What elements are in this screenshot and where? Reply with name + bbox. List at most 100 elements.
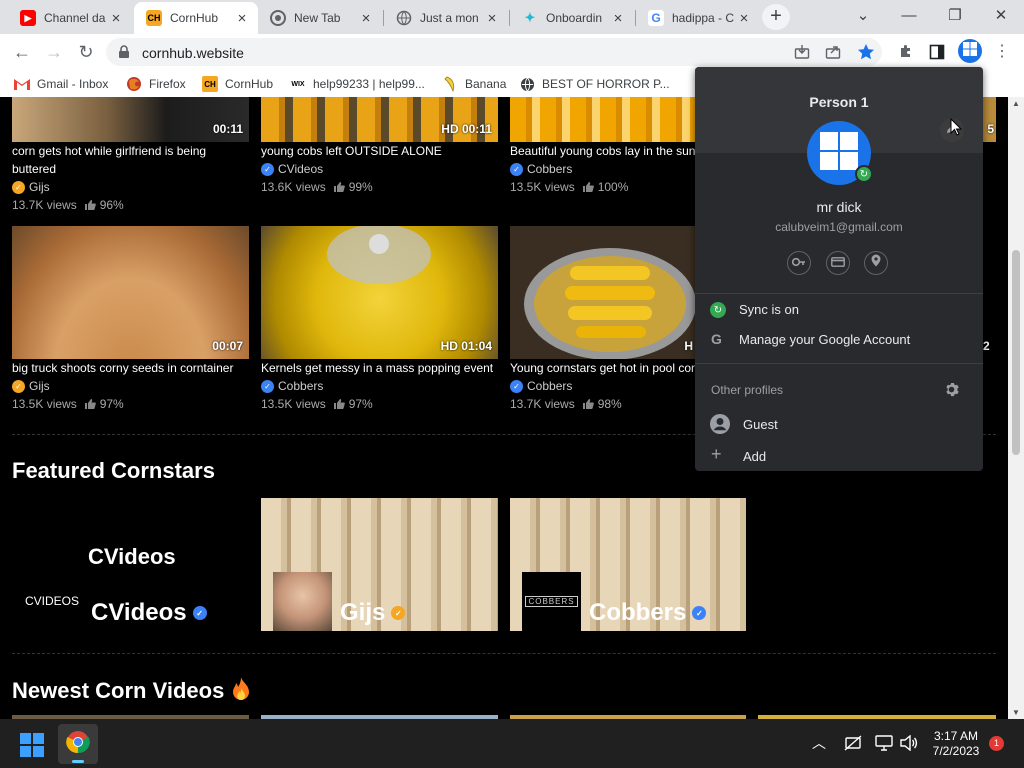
view-count: 13.6K views (261, 180, 326, 194)
bookmark-best-of-horror[interactable]: BEST OF HORROR P... (519, 75, 670, 93)
profile-button[interactable] (958, 39, 982, 63)
taskbar-chrome-button[interactable] (58, 724, 98, 764)
bookmark-banana[interactable]: Banana (442, 75, 506, 93)
view-count: 13.5K views (261, 397, 326, 411)
guest-profile-item[interactable]: Guest (695, 410, 983, 438)
sync-status-item[interactable]: ↻ Sync is on (695, 296, 983, 324)
video-title[interactable]: big truck shoots corny seeds in corntain… (12, 359, 249, 377)
bookmark-cornhub[interactable]: CH CornHub (202, 75, 273, 93)
page-scrollbar[interactable]: ▲ ▼ (1008, 97, 1024, 719)
channel-banner-text: CVideos (88, 544, 176, 569)
tab-just-a-moment[interactable]: Just a mon × (384, 2, 508, 34)
cornstar-card[interactable]: Gijs ✓ (261, 498, 498, 631)
video-stats: 13.6K views 99% (261, 180, 373, 194)
bookmark-help99233[interactable]: WIX help99233 | help99... (290, 75, 425, 93)
start-button[interactable] (20, 733, 44, 762)
reload-icon[interactable]: ↻ (74, 40, 98, 64)
share-icon[interactable] (823, 42, 843, 62)
profile-avatar: ↻ (807, 121, 873, 185)
channel-name: Gijs (29, 379, 50, 393)
tab-search-button[interactable]: ⌄ (848, 4, 878, 28)
channel-name: Gijs (29, 180, 50, 194)
google-icon: G (648, 10, 664, 26)
verified-badge-icon: ✓ (391, 606, 406, 620)
back-arrow-icon[interactable]: ← (10, 40, 34, 64)
clock[interactable]: 3:17 AM 7/2/2023 (924, 729, 988, 759)
video-title[interactable]: Kernels get messy in a mass popping even… (261, 359, 501, 377)
add-profile-item[interactable]: + Add (695, 442, 983, 470)
tab-new-tab[interactable]: New Tab × (258, 2, 382, 34)
cornstar-name-label: CVideos (91, 599, 187, 626)
payment-methods-button[interactable] (826, 251, 850, 275)
view-count: 13.5K views (12, 397, 77, 411)
tab-onboarding[interactable]: ✦ Onboardin × (510, 2, 634, 34)
thumbs-up-icon (582, 182, 594, 192)
close-window-button[interactable]: ✕ (986, 4, 1016, 28)
lock-icon[interactable] (118, 45, 130, 64)
video-thumbnail[interactable]: 00:11 (12, 97, 249, 142)
video-channel[interactable]: ✓ Gijs (12, 180, 50, 194)
video-title[interactable]: Beautiful young cobs lay in the sun (510, 142, 695, 160)
video-channel[interactable]: ✓ Cobbers (510, 162, 572, 176)
video-channel[interactable]: ✓ Cobbers (261, 379, 323, 393)
video-thumbnail[interactable]: HD 01:04 (261, 226, 498, 359)
side-panel-icon[interactable] (927, 42, 947, 62)
manage-google-account-item[interactable]: G Manage your Google Account (695, 326, 983, 354)
maximize-button[interactable]: ❐ (940, 4, 970, 28)
bookmark-firefox[interactable]: Firefox (126, 75, 186, 93)
tab-channel[interactable]: ▶ Channel da × (8, 2, 132, 34)
video-title[interactable]: corn gets hot while girlfriend is being … (12, 142, 242, 178)
close-icon[interactable]: × (108, 10, 124, 27)
tab-hadippa[interactable]: G hadippa - C × (636, 2, 760, 34)
chrome-icon (66, 730, 90, 759)
video-thumbnail[interactable]: H (510, 226, 695, 359)
close-icon[interactable]: × (358, 10, 374, 27)
video-thumbnail[interactable]: 5 (983, 97, 996, 142)
scrollbar-thumb[interactable] (1012, 250, 1020, 455)
wix-icon: WIX (291, 80, 305, 88)
scroll-up-arrow-icon[interactable]: ▲ (1008, 99, 1024, 108)
cornstar-card[interactable]: CVideos CVIDEOS CVideos ✓ (12, 498, 249, 631)
bookmark-gmail[interactable]: Gmail - Inbox (14, 75, 108, 93)
active-app-indicator (72, 760, 84, 763)
thumbs-up-icon (333, 182, 345, 192)
speaker-icon[interactable] (900, 734, 918, 756)
manage-profiles-button[interactable] (944, 382, 959, 402)
forward-arrow-icon[interactable]: → (42, 40, 66, 64)
scroll-down-arrow-icon[interactable]: ▼ (1008, 708, 1024, 717)
video-title[interactable]: Young cornstars get hot in pool cor (510, 359, 695, 377)
notification-badge[interactable]: 1 (989, 736, 1004, 751)
menu-dots-icon[interactable]: ⋮ (990, 40, 1014, 64)
menu-divider (695, 363, 983, 364)
newest-corn-videos-heading: Newest Corn Videos (12, 676, 250, 706)
close-icon[interactable]: × (610, 10, 626, 27)
location-pin-icon (871, 254, 881, 272)
new-tab-button[interactable]: + (762, 4, 790, 30)
cornhub-icon: CH (146, 10, 162, 26)
video-title[interactable]: young cobs left OUTSIDE ALONE (261, 142, 498, 160)
featured-cornstars-heading: Featured Cornstars (12, 458, 215, 483)
globe-icon (519, 76, 535, 92)
install-icon[interactable] (792, 42, 812, 62)
network-off-icon[interactable] (844, 735, 862, 756)
minimize-button[interactable]: — (894, 4, 924, 28)
address-bar[interactable]: cornhub.website (106, 38, 882, 66)
extensions-icon[interactable] (896, 42, 916, 62)
video-thumbnail[interactable]: 00:07 (12, 226, 249, 359)
chevron-up-icon[interactable]: ︿ (812, 733, 826, 753)
bookmark-star-icon[interactable] (856, 42, 876, 62)
video-thumbnail[interactable] (510, 97, 695, 142)
tab-cornhub[interactable]: CH CornHub × (134, 2, 258, 34)
cornstar-card[interactable]: COBBERS Cobbers ✓ (510, 498, 746, 631)
video-channel[interactable]: ✓ Cobbers (510, 379, 572, 393)
video-channel[interactable]: ✓ CVideos (261, 162, 323, 176)
addresses-button[interactable] (864, 251, 888, 275)
close-icon[interactable]: × (484, 10, 500, 27)
guest-label: Guest (743, 417, 778, 432)
close-icon[interactable]: × (234, 10, 250, 27)
passwords-button[interactable] (787, 251, 811, 275)
close-icon[interactable]: × (736, 10, 752, 27)
video-thumbnail[interactable]: HD 00:11 (261, 97, 498, 142)
display-network-icon[interactable] (875, 735, 893, 756)
video-channel[interactable]: ✓ Gijs (12, 379, 50, 393)
